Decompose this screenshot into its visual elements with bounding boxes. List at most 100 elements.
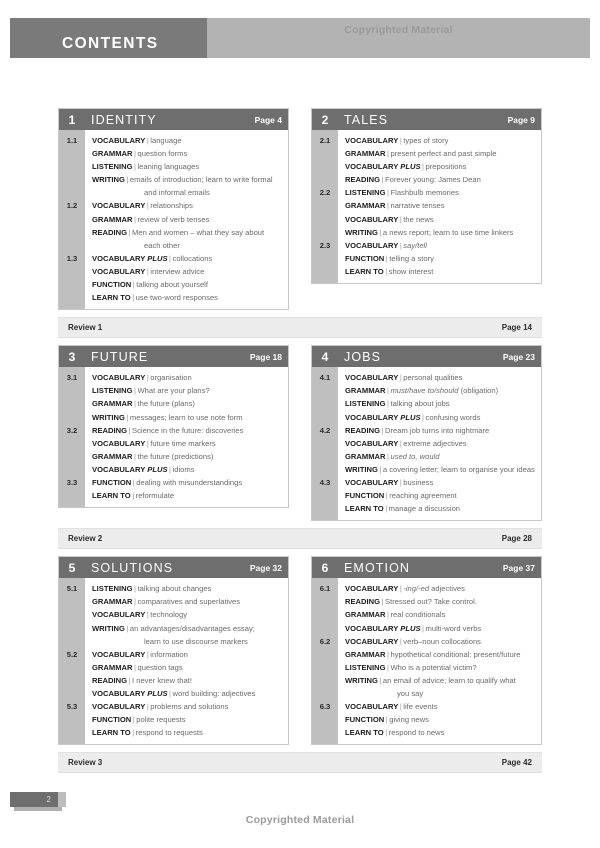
- item-text: a news report; learn to use time linkers: [382, 227, 514, 237]
- contents-item[interactable]: FUNCTION | reaching agreement: [345, 489, 536, 502]
- item-text: comparatives and superlatives: [137, 597, 241, 607]
- contents-item[interactable]: FUNCTION | telling a story: [345, 252, 536, 265]
- contents-item[interactable]: VOCABULARY | relationships: [92, 199, 283, 212]
- item-text: word building: adjectives: [172, 689, 256, 698]
- item-text: present perfect and past simple: [390, 149, 497, 159]
- contents-item[interactable]: GRAMMAR | the future (predictions): [92, 450, 283, 463]
- unit-card-3[interactable]: 3 FUTURE Page 18 3.1 3.2 3.3 VOCABULARY | org…: [58, 345, 289, 509]
- contents-item[interactable]: GRAMMAR | the future (plans): [92, 397, 283, 410]
- contents-item-continuation: you say: [397, 689, 424, 698]
- contents-item[interactable]: GRAMMAR | question tags: [92, 661, 283, 674]
- unit-column-6: 6 EMOTION Page 37 6.1 6.2 6.3 VOCABULARY | -i…: [311, 556, 542, 746]
- contents-item[interactable]: GRAMMAR | review of verb tenses: [92, 213, 283, 226]
- contents-item-continuation: and informal emails: [144, 188, 210, 198]
- contents-item[interactable]: LEARN TO | respond to news: [345, 726, 536, 739]
- contents-item[interactable]: GRAMMAR | question forms: [92, 147, 283, 160]
- contents-item[interactable]: VOCABULARY | the news: [345, 213, 536, 226]
- contents-item[interactable]: VOCABULARY PLUS | idioms: [92, 463, 283, 476]
- contents-item[interactable]: VOCABULARY | information: [92, 648, 283, 661]
- unit-card-5[interactable]: 5 SOLUTIONS Page 32 5.1 5.2 5.3 LISTENING | t…: [58, 556, 289, 746]
- contents-item[interactable]: LISTENING | Flashbulb memories: [345, 186, 536, 199]
- contents-item[interactable]: LEARN TO | reformulate: [92, 489, 283, 502]
- review-bar-2[interactable]: Review 2 Page 28: [58, 528, 542, 550]
- unit-card-6[interactable]: 6 EMOTION Page 37 6.1 6.2 6.3 VOCABULARY | -i…: [311, 556, 542, 746]
- contents-item[interactable]: FUNCTION | dealing with misunderstandings: [92, 476, 283, 489]
- contents-item[interactable]: GRAMMAR | narrative tenses: [345, 199, 536, 212]
- lesson-number: [59, 147, 85, 160]
- lesson-number: [59, 463, 85, 476]
- contents-item[interactable]: VOCABULARY | future time markers: [92, 437, 283, 450]
- unit-number: 3: [68, 349, 76, 364]
- contents-item[interactable]: VOCABULARY PLUS | confusing words: [345, 411, 536, 424]
- contents-item[interactable]: LISTENING | Who is a potential victim?: [345, 661, 536, 674]
- item-label: GRAMMAR: [92, 399, 133, 409]
- contents-item[interactable]: LISTENING | What are your plans?: [92, 384, 283, 397]
- contents-item[interactable]: READING | Forever young: James Dean: [345, 173, 536, 186]
- contents-item[interactable]: VOCABULARY | organisation: [92, 371, 283, 384]
- lesson-number: [312, 397, 338, 410]
- contents-item[interactable]: GRAMMAR | present perfect and past simple: [345, 147, 536, 160]
- contents-item[interactable]: READING | I never knew that!: [92, 674, 283, 687]
- contents-item[interactable]: VOCABULARY | say/tell: [345, 239, 536, 252]
- contents-item[interactable]: WRITING | a covering letter; learn to orga…: [345, 463, 536, 476]
- contents-item[interactable]: FUNCTION | polite requests: [92, 713, 283, 726]
- contents-item[interactable]: VOCABULARY | personal qualities: [345, 371, 536, 384]
- contents-item[interactable]: GRAMMAR | real conditionals: [345, 608, 536, 621]
- contents-item[interactable]: LEARN TO | use two-word responses: [92, 291, 283, 304]
- unit-card-4[interactable]: 4 JOBS Page 23 4.1 4.2 4.3 VOCABULARY | perso…: [311, 345, 542, 522]
- contents-item[interactable]: WRITING | an email of advice; learn to qua…: [345, 674, 536, 687]
- item-label: GRAMMAR: [345, 649, 386, 659]
- contents-item[interactable]: READING | Science in the future: discoveri…: [92, 424, 283, 437]
- lesson-number: [59, 397, 85, 410]
- lesson-number: [312, 160, 338, 173]
- contents-item[interactable]: VOCABULARY | language: [92, 134, 283, 147]
- unit-items: VOCABULARY | personal qualities GRAMMAR | mus…: [338, 367, 541, 520]
- contents-item[interactable]: VOCABULARY PLUS | collocations: [92, 252, 283, 265]
- contents-item[interactable]: VOCABULARY PLUS | prepositions: [345, 160, 536, 173]
- item-text: I never knew that!: [132, 675, 192, 685]
- contents-item[interactable]: WRITING | messages; learn to use note form: [92, 411, 283, 424]
- contents-item[interactable]: LEARN TO | manage a discussion: [345, 502, 536, 515]
- lesson-number-column: 4.1 4.2 4.3: [312, 367, 338, 521]
- contents-item[interactable]: READING | Dream job turns into nightmare: [345, 424, 536, 437]
- contents-item[interactable]: FUNCTION | talking about yourself: [92, 278, 283, 291]
- contents-item[interactable]: LEARN TO | respond to requests: [92, 726, 283, 739]
- contents-item[interactable]: LISTENING | leaning languages: [92, 160, 283, 173]
- contents-item[interactable]: VOCABULARY | verb–noun collocations: [345, 635, 536, 648]
- contents-item[interactable]: READING | Men and women – what they say ab…: [92, 226, 283, 239]
- item-text-tail: (obligation): [458, 386, 499, 396]
- review-bar-1[interactable]: Review 1 Page 14: [58, 317, 542, 339]
- contents-item[interactable]: READING | Stressed out? Take control.: [345, 595, 536, 608]
- contents-item[interactable]: VOCABULARY | extreme adjectives: [345, 437, 536, 450]
- lesson-number: [312, 437, 338, 450]
- contents-item[interactable]: GRAMMAR | hypothetical conditional: presen…: [345, 648, 536, 661]
- contents-item[interactable]: FUNCTION | giving news: [345, 713, 536, 726]
- contents-item[interactable]: GRAMMAR | comparatives and superlatives: [92, 595, 283, 608]
- lesson-number-column: 2.1 2.2 2.3: [312, 130, 338, 284]
- contents-item[interactable]: LEARN TO | show interest: [345, 265, 536, 278]
- lesson-number: [312, 384, 338, 397]
- contents-item[interactable]: VOCABULARY | technology: [92, 608, 283, 621]
- contents-item[interactable]: GRAMMAR | must/have to/should (obligation): [345, 384, 536, 397]
- contents-item[interactable]: LISTENING | talking about changes: [92, 582, 283, 595]
- unit-card-2[interactable]: 2 TALES Page 9 2.1 2.2 2.3 VOCABULARY | types…: [311, 108, 542, 285]
- contents-item[interactable]: LISTENING | talking about jobs: [345, 397, 536, 410]
- item-text: the future (plans): [137, 399, 195, 409]
- contents-item[interactable]: WRITING | a news report; learn to use time…: [345, 226, 536, 239]
- contents-item[interactable]: VOCABULARY PLUS | multi-word verbs: [345, 622, 536, 635]
- contents-item[interactable]: VOCABULARY PLUS | word building: adjective…: [92, 687, 283, 700]
- contents-item[interactable]: VOCABULARY | types of story: [345, 134, 536, 147]
- review-bar-3[interactable]: Review 3 Page 42: [58, 752, 542, 774]
- contents-item[interactable]: WRITING | an advantages/disadvantages essa…: [92, 622, 283, 635]
- item-label: WRITING: [345, 227, 378, 237]
- contents-item[interactable]: WRITING | emails of introduction; learn to…: [92, 173, 283, 186]
- contents-item[interactable]: VOCABULARY | interview advice: [92, 265, 283, 278]
- contents-item[interactable]: VOCABULARY | problems and solutions: [92, 700, 283, 713]
- unit-items: VOCABULARY | language GRAMMAR | question form…: [85, 130, 288, 309]
- contents-item[interactable]: VOCABULARY | -ing/-ed adjectives: [345, 582, 536, 595]
- contents-item[interactable]: VOCABULARY | business: [345, 476, 536, 489]
- contents-item[interactable]: VOCABULARY | life events: [345, 700, 536, 713]
- unit-column-4: 4 JOBS Page 23 4.1 4.2 4.3 VOCABULARY | perso…: [311, 345, 542, 522]
- contents-item[interactable]: GRAMMAR | used to, would: [345, 450, 536, 463]
- unit-card-1[interactable]: 1 IDENTITY Page 4 1.1 1.2 1.3 VOCABULARY | la…: [58, 108, 289, 311]
